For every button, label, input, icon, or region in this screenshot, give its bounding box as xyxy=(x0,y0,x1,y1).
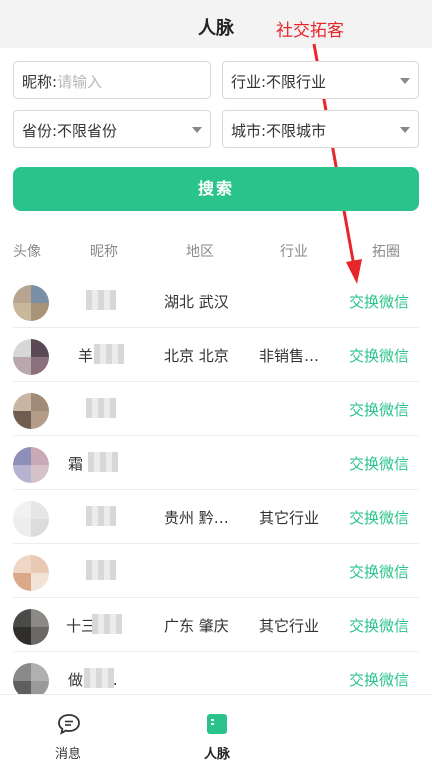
column-avatar: 头像 xyxy=(13,244,41,260)
exchange-wechat-button[interactable]: 交换微信 xyxy=(349,399,409,420)
blurred-nickname xyxy=(86,506,116,526)
column-circle: 拓圈 xyxy=(372,244,400,260)
industry-text: 非销售… xyxy=(259,347,320,365)
table-row: 交换微信 xyxy=(0,544,432,598)
avatar xyxy=(13,609,49,645)
page-title: 人脉 xyxy=(198,18,234,39)
tab-messages[interactable]: 消息 xyxy=(14,695,122,768)
table-row: 霜 5… 交换微信 xyxy=(0,436,432,490)
contacts-icon xyxy=(207,714,227,734)
blurred-nickname xyxy=(86,560,116,580)
annotation-label: 社交拓客 xyxy=(276,21,344,41)
avatar xyxy=(13,447,49,483)
nickname-field[interactable]: 昵称:请输入 xyxy=(13,61,211,99)
avatar xyxy=(13,555,49,591)
blurred-nickname xyxy=(94,344,124,364)
column-region: 地区 xyxy=(186,244,214,260)
column-industry: 行业 xyxy=(280,244,308,260)
table-row: 湖北 武汉 交换微信 xyxy=(0,274,432,328)
contact-list: 湖北 武汉 交换微信 羊 白 北京 北京 非销售… 交换微信 交换微信 霜 5…… xyxy=(0,274,432,694)
table-row: 贵州 黔… 其它行业 交换微信 xyxy=(0,490,432,544)
industry-select[interactable]: 行业:不限行业 xyxy=(222,61,419,99)
blurred-nickname xyxy=(92,614,122,634)
exchange-wechat-button[interactable]: 交换微信 xyxy=(349,291,409,312)
province-value: 省份:不限省份 xyxy=(22,122,118,140)
industry-value: 行业:不限行业 xyxy=(231,73,327,91)
avatar xyxy=(13,501,49,537)
avatar xyxy=(13,393,49,429)
nickname-placeholder: 请输入 xyxy=(57,73,103,91)
exchange-wechat-button[interactable]: 交换微信 xyxy=(349,345,409,366)
avatar xyxy=(13,663,49,694)
nickname-label: 昵称: xyxy=(22,73,58,91)
industry-text: 其它行业 xyxy=(259,509,320,527)
exchange-wechat-button[interactable]: 交换微信 xyxy=(349,615,409,636)
blurred-nickname xyxy=(86,290,116,310)
table-row: 羊 白 北京 北京 非销售… 交换微信 xyxy=(0,328,432,382)
city-value: 城市:不限城市 xyxy=(231,122,327,140)
table-row: 交换微信 xyxy=(0,382,432,436)
chevron-down-icon xyxy=(192,127,202,133)
blurred-nickname xyxy=(86,398,116,418)
search-button[interactable]: 搜索 xyxy=(13,167,419,211)
industry-text: 其它行业 xyxy=(259,617,320,635)
blurred-nickname xyxy=(88,452,118,472)
column-nickname: 昵称 xyxy=(90,244,118,260)
table-header: 头像 昵称 地区 行业 拓圈 xyxy=(0,230,432,270)
exchange-wechat-button[interactable]: 交换微信 xyxy=(349,453,409,474)
city-select[interactable]: 城市:不限城市 xyxy=(222,110,419,148)
bottom-tab-bar: 消息 人脉 xyxy=(0,694,432,768)
tab-messages-label: 消息 xyxy=(54,747,81,762)
blurred-nickname xyxy=(84,668,114,688)
exchange-wechat-button[interactable]: 交换微信 xyxy=(349,561,409,582)
region-text: 广东 肇庆 xyxy=(164,617,229,635)
avatar xyxy=(13,285,49,321)
region-text: 贵州 黔… xyxy=(164,509,229,527)
avatar xyxy=(13,339,49,375)
chevron-down-icon xyxy=(400,78,410,84)
table-row: 十三 凉. 广东 肇庆 其它行业 交换微信 xyxy=(0,598,432,652)
province-select[interactable]: 省份:不限省份 xyxy=(13,110,211,148)
tab-contacts-label: 人脉 xyxy=(203,747,230,762)
chevron-down-icon xyxy=(400,127,410,133)
exchange-wechat-button[interactable]: 交换微信 xyxy=(349,669,409,690)
region-text: 湖北 武汉 xyxy=(164,293,229,311)
exchange-wechat-button[interactable]: 交换微信 xyxy=(349,507,409,528)
region-text: 北京 北京 xyxy=(164,347,229,365)
chat-bubble-icon xyxy=(58,714,80,735)
tab-contacts[interactable]: 人脉 xyxy=(163,695,271,768)
table-row: 做 文… 交换微信 xyxy=(0,652,432,694)
